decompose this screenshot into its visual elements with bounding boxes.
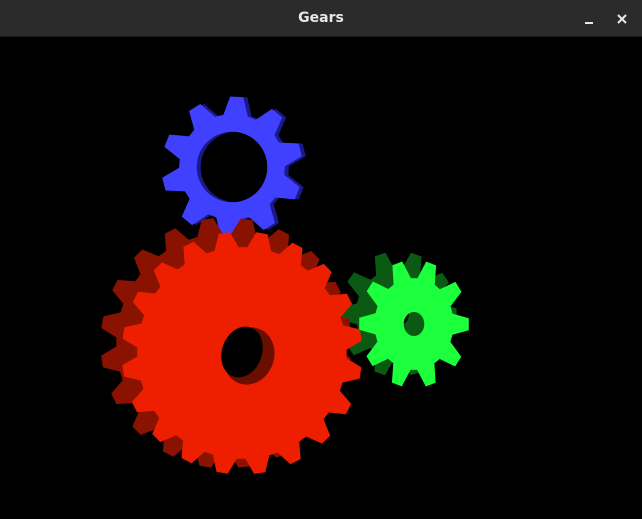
gears-window: Gears (0, 0, 642, 519)
red-gear (101, 218, 362, 474)
title-bar[interactable]: Gears (0, 0, 642, 37)
blue-gear-face (162, 96, 302, 238)
gl-canvas[interactable] (0, 37, 642, 519)
gears-scene (101, 96, 469, 474)
minimize-button[interactable] (576, 6, 602, 32)
close-button[interactable] (609, 6, 635, 32)
close-icon (617, 14, 627, 24)
minimize-icon (585, 22, 593, 24)
window-title: Gears (298, 10, 344, 26)
blue-gear (162, 96, 306, 238)
